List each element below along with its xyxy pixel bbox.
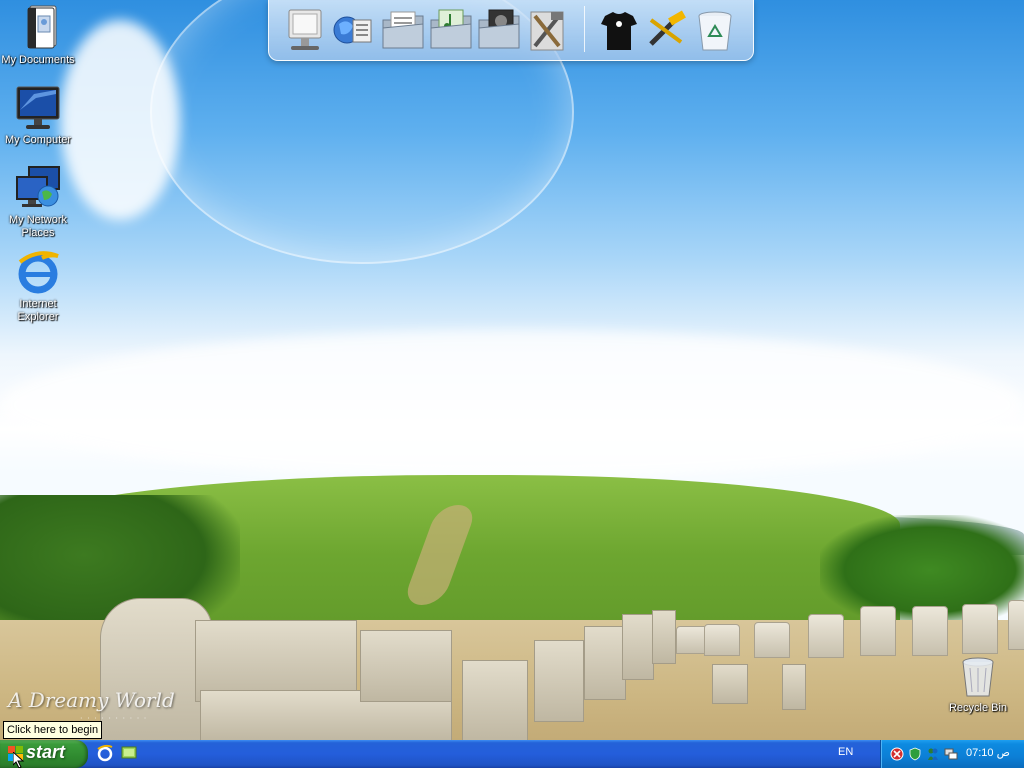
wallpaper-ruin: [782, 664, 806, 710]
language-indicator[interactable]: EN: [838, 746, 853, 758]
wallpaper-ruin: [462, 660, 528, 740]
dock-hammer-tools-icon[interactable]: [645, 6, 689, 54]
wallpaper-ruin: [360, 630, 452, 702]
wallpaper-ruin: [622, 614, 654, 680]
taskbar: [0, 740, 1024, 768]
wallpaper-pillar: [704, 624, 740, 656]
network-places-icon: [14, 164, 62, 212]
dock-separator: [584, 6, 585, 52]
dock-network-icon[interactable]: [331, 6, 375, 54]
my-computer-icon: [14, 84, 62, 132]
desktop-icon-internet-explorer[interactable]: Internet Explorer: [0, 248, 76, 324]
wallpaper-pillar: [754, 622, 790, 658]
dock-shirt-icon[interactable]: [597, 6, 641, 54]
desktop-icon-my-computer[interactable]: My Computer: [0, 84, 76, 147]
wallpaper-pillar: [912, 606, 948, 656]
start-tooltip: Click here to begin: [3, 721, 103, 739]
dock-pictures-folder-icon[interactable]: [477, 6, 521, 54]
desktop-icon-label: My Computer: [4, 134, 72, 146]
desktop-icon-recycle-bin[interactable]: Recycle Bin: [940, 656, 1016, 715]
desktop-background: A Dreamy World · · · · · · · · · ·: [0, 0, 1024, 740]
recycle-bin-icon: [960, 656, 996, 700]
dock-music-folder-icon[interactable]: [429, 6, 473, 54]
shield-icon[interactable]: [908, 746, 922, 761]
wallpaper-pillar: [860, 606, 896, 656]
dock-tools-icon[interactable]: [525, 6, 569, 54]
security-alert-icon[interactable]: [890, 746, 904, 761]
wallpaper-pillar: [1008, 600, 1024, 650]
desktop-icon-label: Recycle Bin: [948, 702, 1008, 714]
dock-recycle-bin-icon[interactable]: [693, 6, 737, 54]
network-icon[interactable]: [944, 746, 958, 760]
desktop-icon-label: My Network Places: [8, 214, 68, 239]
quick-launch-show-desktop-icon[interactable]: [120, 744, 138, 762]
start-label: start: [26, 742, 66, 762]
taskbar-clock[interactable]: 07:10 ص: [966, 746, 1010, 759]
wallpaper-cloud: [0, 330, 1024, 480]
desktop-icon-label: My Documents: [1, 54, 75, 66]
wallpaper-watermark: A Dreamy World: [8, 688, 175, 712]
my-documents-icon: [14, 4, 62, 52]
wallpaper-pillar: [962, 604, 998, 654]
dock-documents-folder-icon[interactable]: [381, 6, 425, 54]
messenger-icon[interactable]: [926, 746, 940, 760]
wallpaper-ruin: [712, 664, 748, 704]
quick-launch-internet-explorer-icon[interactable]: [96, 744, 114, 762]
dock-bar: [268, 0, 754, 61]
wallpaper-cloud: [60, 20, 180, 220]
internet-explorer-icon: [14, 248, 62, 296]
wallpaper-ruin: [584, 626, 626, 700]
dock-computer-icon[interactable]: [283, 6, 327, 54]
wallpaper-ruin: [652, 610, 676, 664]
desktop-icon-label: Internet Explorer: [17, 298, 59, 323]
desktop-icon-my-documents[interactable]: My Documents: [0, 4, 76, 67]
mouse-cursor-icon: [12, 750, 25, 772]
desktop-icon-my-network-places[interactable]: My Network Places: [0, 164, 76, 240]
wallpaper-pillar: [808, 614, 844, 658]
wallpaper-ruin: [534, 640, 584, 722]
